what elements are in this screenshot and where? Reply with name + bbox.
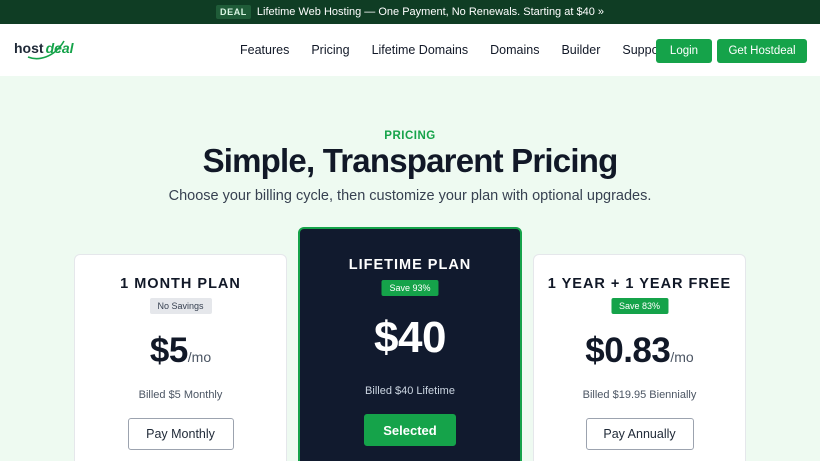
plan-card-lifetime[interactable]: LIFETIME PLAN Save 93% $40 Billed $40 Li… xyxy=(298,227,522,461)
billing-note: Billed $5 Monthly xyxy=(138,389,223,401)
swoosh-logo-icon xyxy=(27,40,65,60)
logo[interactable]: host deal xyxy=(14,40,74,60)
price-amount: $40 xyxy=(374,313,446,362)
billing-note: Billed $19.95 Biennially xyxy=(582,389,697,401)
price-period: /mo xyxy=(670,349,694,365)
plan-card-biennial[interactable]: 1 YEAR + 1 YEAR FREE Save 83% $0.83/mo B… xyxy=(533,254,746,461)
deal-tag: DEAL xyxy=(216,5,251,19)
plan-name: 1 YEAR + 1 YEAR FREE xyxy=(547,276,732,292)
top-navigation: host deal Features Pricing Lifetime Domai… xyxy=(0,24,820,76)
page-title: Simple, Transparent Pricing xyxy=(202,142,619,179)
price-amount: $0.83 xyxy=(585,331,671,370)
plan-card-monthly[interactable]: 1 MONTH PLAN No Savings $5/mo Billed $5 … xyxy=(74,254,287,461)
selected-button[interactable]: Selected xyxy=(364,414,456,446)
section-eyebrow: PRICING xyxy=(384,130,436,142)
nav-item-builder[interactable]: Builder xyxy=(561,43,600,57)
nav-item-pricing[interactable]: Pricing xyxy=(311,43,349,57)
page-subtitle: Choose your billing cycle, then customiz… xyxy=(168,188,652,204)
nav-menu: Features Pricing Lifetime Domains Domain… xyxy=(240,24,688,76)
plan-price: $5/mo xyxy=(75,331,286,371)
nav-item-domains[interactable]: Domains xyxy=(490,43,539,57)
price-amount: $5 xyxy=(149,331,188,370)
promo-banner-text[interactable]: Lifetime Web Hosting — One Payment, No R… xyxy=(257,6,604,18)
plan-name: LIFETIME PLAN xyxy=(348,257,472,273)
savings-badge: Save 93% xyxy=(381,280,439,296)
nav-item-lifetime-domains[interactable]: Lifetime Domains xyxy=(372,43,469,57)
plan-name: 1 MONTH PLAN xyxy=(120,276,241,292)
get-hostdeal-button[interactable]: Get Hostdeal xyxy=(717,39,807,63)
promo-banner[interactable]: DEAL Lifetime Web Hosting — One Payment,… xyxy=(0,0,820,24)
savings-badge: Save 83% xyxy=(610,298,669,314)
savings-badge: No Savings xyxy=(149,298,212,314)
plan-price: $40 xyxy=(300,313,520,363)
nav-item-features[interactable]: Features xyxy=(240,43,289,57)
login-button[interactable]: Login xyxy=(656,39,712,63)
price-period: /mo xyxy=(187,349,212,365)
pay-annually-button[interactable]: Pay Annually xyxy=(585,418,694,450)
pay-monthly-button[interactable]: Pay Monthly xyxy=(127,418,234,450)
plan-price: $0.83/mo xyxy=(534,331,745,371)
billing-note: Billed $40 Lifetime xyxy=(365,385,455,397)
